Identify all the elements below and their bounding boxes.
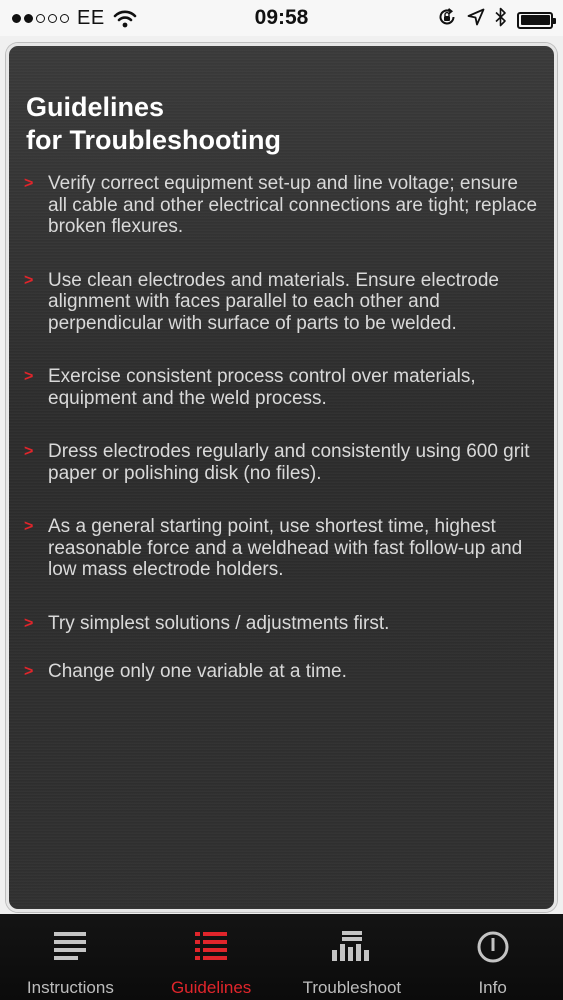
- tab-troubleshoot[interactable]: Troubleshoot: [282, 914, 423, 1000]
- guideline-item: > Dress electrodes regularly and consist…: [24, 441, 539, 484]
- guideline-item: > Verify correct equipment set-up and li…: [24, 173, 539, 238]
- location-arrow-icon: [467, 8, 485, 32]
- guideline-item: > Use clean electrodes and materials. En…: [24, 270, 539, 335]
- guideline-item: > Try simplest solutions / adjustments f…: [24, 613, 539, 635]
- page-subtitle: for Troubleshooting: [26, 125, 281, 155]
- content-area: Guidelines for Troubleshooting > Verify …: [0, 36, 563, 914]
- power-info-icon: [476, 930, 510, 969]
- guideline-text: Dress electrodes regularly and consisten…: [48, 441, 530, 484]
- tab-label: Instructions: [26, 978, 114, 997]
- chevron-right-icon: >: [24, 175, 34, 192]
- chevron-right-icon: >: [24, 614, 34, 632]
- chevron-right-icon: >: [24, 368, 34, 385]
- guideline-text: As a general starting point, use shortes…: [48, 516, 523, 580]
- guideline-item: > Change only one variable at a time.: [24, 661, 539, 683]
- status-right: [437, 7, 556, 33]
- guideline-text: Exercise consistent process control over…: [48, 366, 476, 409]
- guideline-item: > Exercise consistent process control ov…: [24, 366, 539, 409]
- bar-chart-icon: [331, 930, 373, 967]
- tab-label: Guidelines: [170, 978, 252, 997]
- guideline-text: Verify correct equipment set-up and line…: [48, 173, 538, 237]
- tab-bar: Instructions Guidelines Troubleshoot Inf…: [0, 914, 563, 1000]
- tab-instructions[interactable]: Instructions: [0, 914, 141, 1000]
- chevron-right-icon: >: [24, 518, 34, 535]
- tab-info[interactable]: Info: [422, 914, 563, 1000]
- guideline-item: > As a general starting point, use short…: [24, 516, 539, 581]
- page-title: Guidelines: [26, 92, 165, 122]
- tab-label: Info: [478, 978, 507, 997]
- chevron-right-icon: >: [24, 271, 34, 289]
- chevron-right-icon: >: [24, 663, 34, 680]
- list-lines-icon: [53, 930, 87, 967]
- guideline-text: Use clean electrodes and materials. Ensu…: [48, 269, 499, 334]
- app-screen: EE 09:58 Guidelines for Troubleshooting …: [0, 0, 563, 1000]
- guidelines-panel: Guidelines for Troubleshooting > Verify …: [6, 43, 557, 912]
- tab-guidelines[interactable]: Guidelines: [141, 914, 282, 1000]
- rotation-lock-icon: [437, 7, 457, 33]
- guideline-text: Try simplest solutions / adjustments fir…: [48, 612, 390, 634]
- tab-label: Troubleshoot: [302, 978, 402, 997]
- guideline-text: Change only one variable at a time.: [48, 661, 347, 682]
- guidelines-list: > Verify correct equipment set-up and li…: [24, 173, 539, 715]
- bluetooth-icon: [495, 7, 507, 33]
- battery-icon: [517, 11, 556, 29]
- status-bar: EE 09:58: [0, 0, 563, 36]
- bullet-list-icon: [194, 930, 228, 967]
- chevron-right-icon: >: [24, 443, 34, 460]
